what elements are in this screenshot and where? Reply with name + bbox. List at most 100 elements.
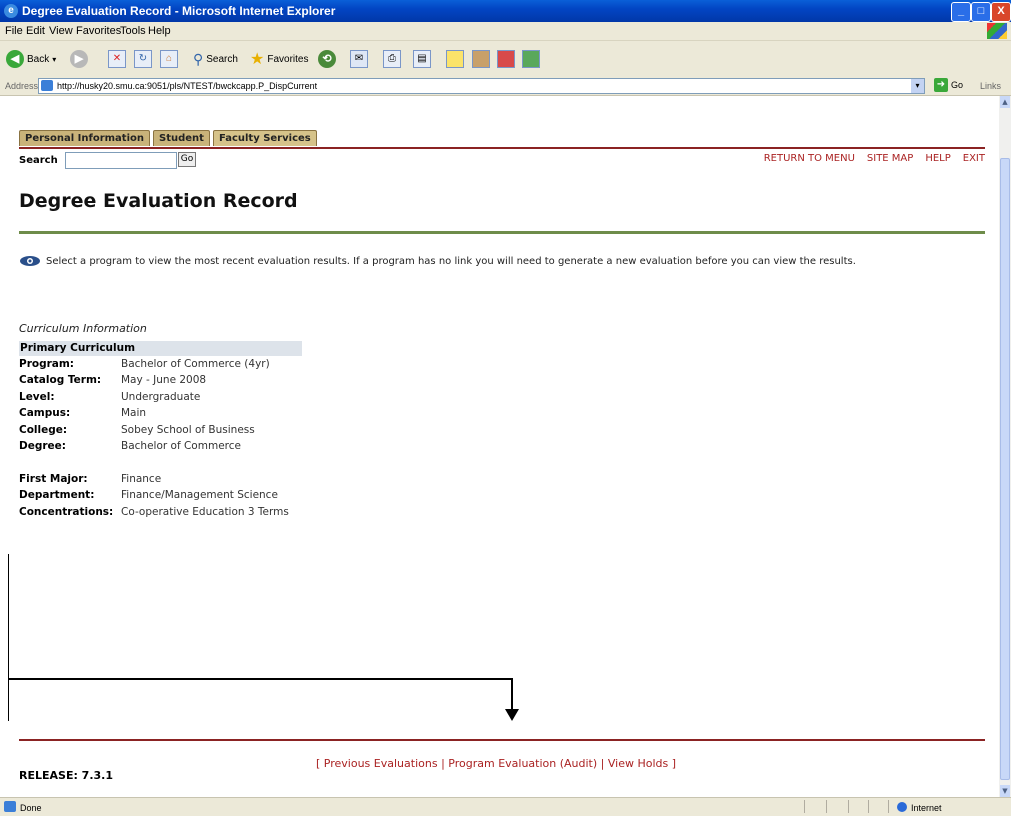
curriculum-row: Catalog Term: May - June 2008: [19, 372, 302, 388]
search-button[interactable]: ⚲ Search: [193, 49, 238, 69]
address-dropdown-icon[interactable]: ▾: [911, 79, 924, 93]
messenger-button[interactable]: [497, 49, 515, 69]
go-label: Go: [951, 80, 964, 90]
status-cell: [868, 800, 869, 813]
row-value: Undergraduate: [121, 390, 201, 403]
back-dropdown-icon: ▾: [52, 54, 57, 64]
menu-view[interactable]: View: [49, 25, 73, 37]
close-button[interactable]: X: [991, 2, 1011, 22]
row-value: Bachelor of Commerce (4yr): [121, 358, 270, 370]
site-map-link[interactable]: SITE MAP: [867, 153, 913, 164]
status-cell: [848, 800, 849, 813]
row-key: Catalog Term:: [19, 374, 102, 387]
minimize-button[interactable]: _: [951, 2, 971, 22]
address-url: http://husky20.smu.ca:9051/pls/NTEST/bwc…: [57, 81, 318, 91]
row-value: Co-operative Education 3 Terms: [121, 505, 289, 518]
people-icon: [522, 50, 540, 68]
search-toolbar-label: Search: [206, 53, 238, 65]
favorites-star-icon: ★: [250, 51, 265, 68]
row-key: College:: [19, 423, 68, 436]
return-to-menu-link[interactable]: RETURN TO MENU: [764, 153, 855, 164]
primary-curriculum-header: Primary Curriculum: [19, 341, 302, 356]
menu-file[interactable]: File: [5, 25, 23, 37]
scroll-up-icon[interactable]: ▲: [1000, 96, 1010, 108]
favorites-toolbar-label: Favorites: [267, 53, 309, 65]
home-icon: ⌂: [160, 50, 178, 68]
address-input[interactable]: http://husky20.smu.ca:9051/pls/NTEST/bwc…: [38, 78, 925, 94]
stop-icon: ✕: [108, 50, 126, 68]
scroll-down-icon[interactable]: ▼: [1000, 785, 1010, 797]
row-key: Degree:: [19, 439, 66, 452]
back-label: Back: [27, 53, 50, 65]
tab-divider: [19, 147, 985, 149]
menu-favorites[interactable]: Favorites: [76, 25, 121, 37]
history-button[interactable]: ⟲: [318, 49, 336, 69]
window-title: Degree Evaluation Record - Microsoft Int…: [22, 4, 336, 18]
refresh-button[interactable]: ↻: [134, 49, 152, 69]
maximize-button[interactable]: □: [971, 2, 991, 22]
search-label: Search: [19, 155, 58, 166]
bracket-close: ]: [671, 757, 677, 770]
scroll-thumb[interactable]: [1000, 158, 1010, 780]
curriculum-row: Department: Finance/Management Science: [19, 487, 302, 503]
print-button[interactable]: ⎙: [383, 49, 401, 69]
go-button[interactable]: ➜ Go: [934, 78, 963, 92]
row-key: Program:: [19, 358, 75, 370]
mail-button[interactable]: ✉: [350, 49, 368, 69]
curriculum-row: Level: Undergraduate: [19, 389, 302, 405]
title-divider: [19, 231, 985, 234]
callout-vertical-line: [8, 554, 9, 721]
exit-link[interactable]: EXIT: [963, 153, 985, 164]
back-button[interactable]: ◀ Back ▾: [6, 49, 56, 69]
home-button[interactable]: ⌂: [160, 49, 178, 69]
page-title: Degree Evaluation Record: [19, 190, 298, 212]
forward-button[interactable]: ▶: [70, 49, 88, 69]
menu-tools[interactable]: Tools: [120, 25, 146, 37]
browser-toolbar: ◀ Back ▾ ▶ ✕ ↻ ⌂ ⚲ Search ★ Favorites ⟲ …: [0, 41, 1011, 78]
links-button[interactable]: Links: [980, 81, 1001, 91]
windows-logo-icon: [987, 23, 1007, 39]
menu-bar: File Edit View Favorites Tools Help: [0, 22, 1011, 41]
globe-icon: [897, 802, 907, 812]
curriculum-section-title: Curriculum Information: [19, 322, 147, 335]
curriculum-row: Program: Bachelor of Commerce (4yr): [19, 356, 302, 372]
tab-student[interactable]: Student: [153, 130, 210, 146]
ie-icon: e: [4, 4, 18, 18]
tab-personal-information[interactable]: Personal Information: [19, 130, 150, 146]
favorites-button[interactable]: ★ Favorites: [250, 49, 308, 69]
research-icon: [472, 50, 490, 68]
callout-horizontal-line: [8, 678, 512, 680]
menu-edit[interactable]: Edit: [26, 25, 45, 37]
row-key: Concentrations:: [19, 505, 114, 518]
discuss-button[interactable]: [446, 49, 464, 69]
bottom-links: [ Previous Evaluations | Program Evaluat…: [316, 757, 676, 770]
status-bar: Done Internet: [0, 797, 1011, 816]
previous-evaluations-link[interactable]: Previous Evaluations: [324, 757, 438, 770]
menu-help[interactable]: Help: [148, 25, 171, 37]
tab-faculty-services[interactable]: Faculty Services: [212, 130, 317, 146]
edit-icon: ▤: [413, 50, 431, 68]
security-zone: Internet: [888, 800, 1007, 813]
edit-button[interactable]: ▤: [413, 49, 431, 69]
view-holds-link[interactable]: View Holds: [608, 757, 668, 770]
footer-divider: [19, 739, 985, 741]
search-input[interactable]: [65, 152, 177, 169]
stop-button[interactable]: ✕: [108, 49, 126, 69]
row-key: Department:: [19, 489, 95, 502]
help-link[interactable]: HELP: [925, 153, 950, 164]
program-evaluation-link[interactable]: Program Evaluation (Audit): [448, 757, 597, 770]
page-content: Personal Information Student Faculty Ser…: [8, 96, 998, 797]
vertical-scrollbar[interactable]: ▲ ▼: [999, 96, 1011, 797]
refresh-icon: ↻: [134, 50, 152, 68]
people-button[interactable]: [522, 49, 540, 69]
mail-icon: ✉: [350, 50, 368, 68]
window-title-bar[interactable]: e Degree Evaluation Record - Microsoft I…: [0, 0, 1011, 22]
research-button[interactable]: [472, 49, 490, 69]
row-key: Campus:: [19, 407, 71, 420]
forward-arrow-icon: ▶: [70, 50, 88, 68]
search-go-button[interactable]: Go: [178, 152, 196, 167]
zone-text: Internet: [911, 803, 942, 813]
curriculum-row: Campus: Main: [19, 405, 302, 421]
row-value: Main: [121, 407, 147, 420]
